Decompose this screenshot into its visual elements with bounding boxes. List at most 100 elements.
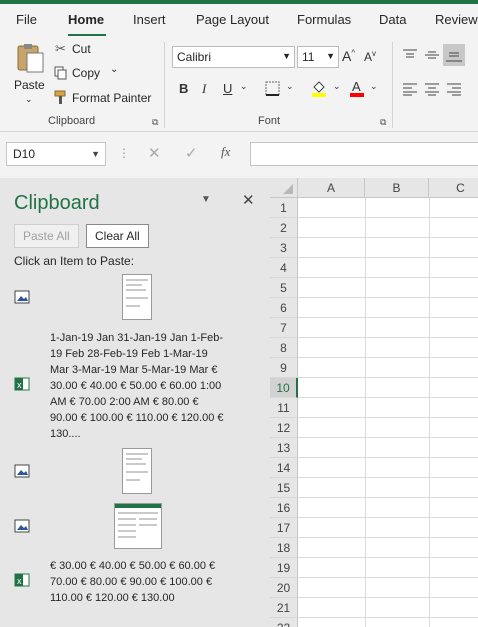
font-color-icon[interactable]: A <box>349 79 365 97</box>
name-box[interactable]: D10 ▼ <box>6 142 106 166</box>
picture-icon <box>14 464 30 478</box>
fill-color-icon[interactable] <box>311 79 327 97</box>
row-header[interactable]: 3 <box>270 238 298 258</box>
row-gridline <box>298 397 478 398</box>
clipboard-thumbnail <box>114 503 162 549</box>
tab-file[interactable]: File <box>16 12 37 27</box>
copy-dropdown-icon[interactable]: ⌄ <box>110 64 118 75</box>
row-header[interactable]: 9 <box>270 358 298 378</box>
clipboard-item[interactable]: x 1-Jan-19 Jan 31-Jan-19 Jan 1-Feb-19 Fe… <box>0 330 270 442</box>
select-all-button[interactable] <box>270 178 298 198</box>
row-header[interactable]: 21 <box>270 598 298 618</box>
row-header[interactable]: 20 <box>270 578 298 598</box>
row-header[interactable]: 11 <box>270 398 298 418</box>
clipboard-item[interactable] <box>0 274 270 324</box>
decrease-font-size-button[interactable]: Av <box>364 49 376 64</box>
underline-dropdown-icon[interactable]: ⌄ <box>240 81 248 92</box>
row-header[interactable]: 17 <box>270 518 298 538</box>
row-header[interactable]: 15 <box>270 478 298 498</box>
bold-button[interactable]: B <box>179 81 188 96</box>
underline-button[interactable]: U <box>223 81 232 96</box>
row-gridline <box>298 597 478 598</box>
align-left-icon[interactable] <box>402 82 418 96</box>
tab-data[interactable]: Data <box>379 12 406 27</box>
tab-page-layout[interactable]: Page Layout <box>196 12 269 27</box>
svg-text:A: A <box>352 79 361 94</box>
row-gridline <box>298 497 478 498</box>
paste-all-button[interactable]: Paste All <box>14 224 79 248</box>
insert-function-button[interactable]: fx <box>221 144 230 160</box>
copy-button[interactable]: Copy <box>72 66 100 80</box>
row-header[interactable]: 8 <box>270 338 298 358</box>
fill-color-dropdown-icon[interactable]: ⌄ <box>333 81 341 92</box>
italic-button[interactable]: I <box>202 81 206 97</box>
clipboard-item[interactable] <box>0 503 270 551</box>
column-header-b[interactable]: B <box>365 178 429 198</box>
column-header-c[interactable]: C <box>429 178 478 198</box>
formula-bar: D10 ▼ ⋮ ✕ ✓ fx <box>0 132 478 178</box>
font-size-value: 11 <box>302 50 315 64</box>
close-icon[interactable]: ✕ <box>242 191 255 209</box>
row-gridline <box>298 417 478 418</box>
excel-icon: x <box>14 377 30 391</box>
row-header[interactable]: 5 <box>270 278 298 298</box>
row-header[interactable]: 2 <box>270 218 298 238</box>
font-launcher-icon[interactable]: ⧉ <box>380 117 386 128</box>
row-header[interactable]: 7 <box>270 318 298 338</box>
row-gridline <box>298 557 478 558</box>
row-header[interactable]: 18 <box>270 538 298 558</box>
cancel-icon[interactable]: ✕ <box>148 144 161 162</box>
row-header[interactable]: 6 <box>270 298 298 318</box>
row-header[interactable]: 22 <box>270 618 298 627</box>
align-right-icon[interactable] <box>446 82 462 96</box>
clear-all-button[interactable]: Clear All <box>86 224 149 248</box>
tab-formulas[interactable]: Formulas <box>297 12 351 27</box>
formula-input[interactable] <box>250 142 478 166</box>
clipboard-item-text: 1-Jan-19 Jan 31-Jan-19 Jan 1-Feb-19 Feb … <box>50 332 224 440</box>
svg-text:x: x <box>17 576 22 586</box>
worksheet-grid[interactable]: A B C 1234567891011121314151617181920212… <box>270 178 478 627</box>
clipboard-launcher-icon[interactable]: ⧉ <box>152 117 158 128</box>
svg-text:x: x <box>17 380 22 390</box>
clipboard-item[interactable] <box>0 448 270 498</box>
row-header[interactable]: 12 <box>270 418 298 438</box>
format-painter-button[interactable]: Format Painter <box>72 91 151 105</box>
borders-icon[interactable] <box>265 81 280 96</box>
tab-review[interactable]: Review <box>435 12 478 27</box>
tab-home[interactable]: Home <box>68 12 104 27</box>
row-gridline <box>298 257 478 258</box>
bottom-align-button[interactable] <box>443 44 465 66</box>
row-header[interactable]: 10 <box>270 378 298 398</box>
column-gridline <box>429 198 430 627</box>
row-header[interactable]: 16 <box>270 498 298 518</box>
row-gridline <box>298 277 478 278</box>
column-header-a[interactable]: A <box>298 178 365 198</box>
align-center-icon[interactable] <box>424 82 440 96</box>
name-box-value: D10 <box>13 147 36 161</box>
row-gridline <box>298 237 478 238</box>
borders-dropdown-icon[interactable]: ⌄ <box>286 81 294 92</box>
enter-icon[interactable]: ✓ <box>185 144 198 162</box>
row-header[interactable]: 19 <box>270 558 298 578</box>
more-options-icon[interactable]: ⋮ <box>118 146 130 160</box>
chevron-down-icon: ▼ <box>282 51 291 61</box>
cut-button[interactable]: Cut <box>72 42 91 56</box>
paste-icon <box>17 44 44 73</box>
clipboard-item[interactable]: x € 30.00 € 40.00 € 50.00 € 60.00 € 70.0… <box>0 558 270 612</box>
font-size-combo[interactable]: 11 ▼ <box>297 46 339 68</box>
row-header[interactable]: 1 <box>270 198 298 218</box>
tab-insert[interactable]: Insert <box>133 12 166 27</box>
row-header[interactable]: 13 <box>270 438 298 458</box>
font-name-combo[interactable]: Calibri ▼ <box>172 46 295 68</box>
increase-font-size-button[interactable]: A^ <box>342 48 355 64</box>
row-header[interactable]: 4 <box>270 258 298 278</box>
font-color-dropdown-icon[interactable]: ⌄ <box>370 81 378 92</box>
pane-options-icon[interactable]: ▼ <box>201 194 211 205</box>
row-header[interactable]: 14 <box>270 458 298 478</box>
ribbon: Paste ⌄ ✂ Cut Copy ⌄ Format Painter Clip… <box>0 36 478 132</box>
paste-hint: Click an Item to Paste: <box>14 254 135 268</box>
middle-align-icon[interactable] <box>424 48 440 62</box>
top-align-icon[interactable] <box>402 48 418 62</box>
row-gridline <box>298 337 478 338</box>
paste-button[interactable]: Paste ⌄ <box>10 40 50 110</box>
